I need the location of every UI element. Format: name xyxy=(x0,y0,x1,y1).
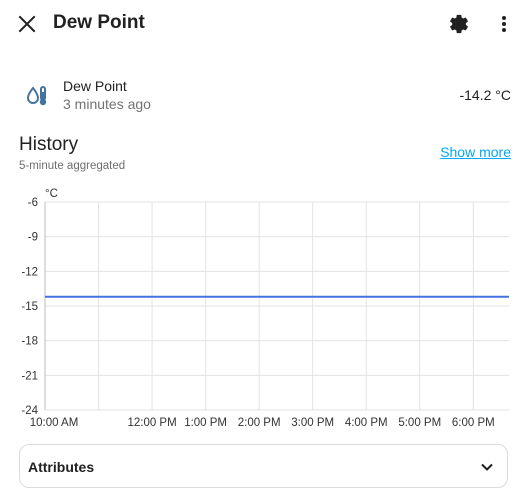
x-tick-label: 5:00 PM xyxy=(398,417,441,429)
x-tick-label: 4:00 PM xyxy=(345,417,388,429)
settings-button[interactable] xyxy=(443,8,475,40)
y-unit-label: °C xyxy=(45,188,58,200)
y-tick-label: -18 xyxy=(21,336,38,348)
y-tick-label: -24 xyxy=(21,405,38,417)
gear-icon xyxy=(450,14,468,34)
entity-name: Dew Point xyxy=(63,78,127,94)
history-title: History xyxy=(19,134,79,155)
y-tick-label: -12 xyxy=(21,266,38,278)
x-tick-label: 10:00 AM xyxy=(30,417,79,429)
dialog-title: Dew Point xyxy=(53,12,145,33)
close-button[interactable] xyxy=(11,8,43,40)
thermometer-water-icon xyxy=(24,83,50,109)
x-tick-label: 3:00 PM xyxy=(291,417,334,429)
y-tick-label: -9 xyxy=(28,232,38,244)
more-options-button[interactable] xyxy=(488,8,520,40)
entity-last-changed: 3 minutes ago xyxy=(63,96,151,112)
history-subtitle: 5-minute aggregated xyxy=(19,160,126,172)
x-tick-label: 1:00 PM xyxy=(184,417,227,429)
entity-state: -14.2 °C xyxy=(459,87,511,103)
y-tick-label: -6 xyxy=(28,197,38,209)
close-icon xyxy=(18,15,36,33)
y-tick-label: -15 xyxy=(21,301,38,313)
show-more-link[interactable]: Show more xyxy=(440,144,511,160)
dots-vertical-icon xyxy=(502,16,506,32)
x-tick-label: 6:00 PM xyxy=(452,417,495,429)
dialog-header: Dew Point xyxy=(0,0,531,48)
attributes-label: Attributes xyxy=(28,459,95,475)
attributes-expander[interactable]: Attributes xyxy=(19,444,508,488)
x-tick-label: 12:00 PM xyxy=(127,417,176,429)
chevron-down-icon xyxy=(477,457,497,477)
history-chart: -6 -9 -12 -15 -18 -21 -24 °C 10:00 AM 12:00 PM 1:0… xyxy=(21,188,509,429)
x-tick-label: 2:00 PM xyxy=(238,417,281,429)
y-tick-label: -21 xyxy=(21,370,38,382)
entity-row: Dew Point 3 minutes ago -14.2 °C xyxy=(0,70,531,118)
